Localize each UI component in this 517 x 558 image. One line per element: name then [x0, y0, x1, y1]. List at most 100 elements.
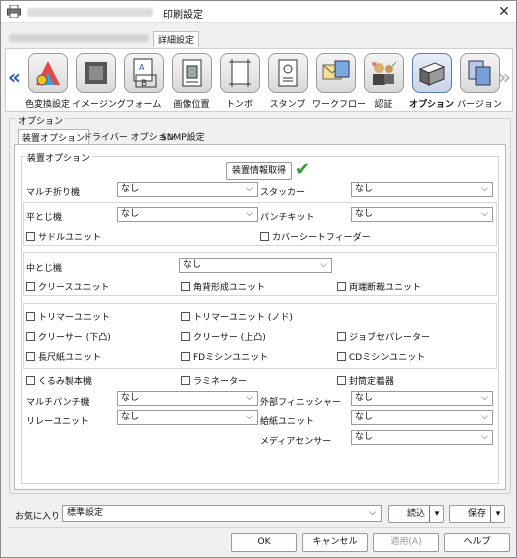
saddle-stitch-select[interactable]: なし ⌵	[179, 258, 332, 273]
perfect-binder-checkbox[interactable]: くるみ製本機	[26, 374, 92, 387]
ribbon-label: バージョン	[457, 100, 502, 110]
checkbox-box[interactable]	[181, 282, 190, 291]
job-separator-checkbox[interactable]: ジョブセパレーター	[337, 330, 430, 343]
multi-punch-value: なし	[121, 393, 140, 403]
multi-punch-select[interactable]: なし ⌵	[117, 391, 258, 406]
external-finisher-select[interactable]: なし ⌵	[351, 391, 493, 406]
ribbon-item-crop-marks[interactable]: トンボ	[216, 51, 263, 111]
tab-device-option[interactable]: 装置オプション	[18, 129, 90, 145]
cancel-button[interactable]: キャンセル	[302, 533, 368, 552]
close-button[interactable]: ✕	[495, 3, 513, 21]
creaser-down-label: クリーサー (下凸)	[38, 333, 111, 343]
laminator-checkbox[interactable]: ラミネーター	[181, 374, 247, 387]
sealer-checkbox[interactable]: 封筒定着器	[337, 374, 394, 387]
blurred-tab[interactable]	[9, 34, 149, 42]
checkbox-box[interactable]	[26, 376, 35, 385]
creaser-up-checkbox[interactable]: クリーサー (上凸)	[181, 330, 266, 343]
stacker-label: スタッカー	[260, 188, 306, 198]
checkbox-box[interactable]	[26, 332, 35, 341]
checkbox-box[interactable]	[181, 352, 190, 361]
multi-fold-value: なし	[121, 184, 140, 194]
relay-unit-select[interactable]: なし ⌵	[117, 410, 258, 425]
ribbon-label: 色変換設定	[24, 100, 70, 110]
chevron-down-icon: ⌵	[481, 412, 488, 422]
saddle-stitch-label: 中とじ機	[26, 264, 63, 274]
dual-trim-checkbox[interactable]: 両端断裁ユニット	[337, 280, 421, 293]
image-position-icon	[171, 53, 212, 93]
favorites-select[interactable]: 標準設定 ⌵	[62, 505, 382, 522]
square-fold-checkbox[interactable]: 角背形成ユニット	[181, 280, 265, 293]
ribbon-item-version[interactable]: バージョン	[456, 51, 503, 111]
fd-perf-checkbox[interactable]: FDミシンユニット	[181, 350, 268, 363]
media-sensor-select[interactable]: なし ⌵	[351, 430, 493, 445]
punch-kit-select[interactable]: なし ⌵	[351, 207, 493, 222]
load-dropdown-arrow-icon[interactable]: ▾	[429, 506, 444, 522]
option-icon	[411, 53, 452, 93]
perfect-binder-label: くるみ製本機	[38, 377, 92, 387]
chevron-down-icon: ⌵	[320, 260, 327, 270]
ribbon-item-workflow[interactable]: ワークフロー	[312, 51, 366, 111]
svg-text:✓: ✓	[391, 60, 398, 69]
save-split-button[interactable]: 保存 ▾	[449, 505, 505, 523]
ribbon-scroll-right-icon[interactable]: »	[498, 65, 511, 89]
get-device-info-button[interactable]: 装置情報取得	[226, 162, 292, 180]
help-button[interactable]: ヘルプ	[444, 533, 510, 552]
laminator-label: ラミネーター	[193, 377, 248, 387]
ribbon-label: トンボ	[225, 100, 253, 110]
ribbon-item-form[interactable]: AB フォーム	[120, 51, 167, 111]
flat-stitch-label: 平とじ機	[26, 213, 63, 223]
checkbox-box[interactable]	[337, 332, 346, 341]
checkbox-box[interactable]	[337, 282, 346, 291]
ribbon-item-option[interactable]: オプション	[408, 51, 455, 111]
creaser-down-checkbox[interactable]: クリーサー (下凸)	[26, 330, 111, 343]
ribbon-label: スタンプ	[269, 100, 306, 110]
ribbon-item-image-position[interactable]: 画像位置	[168, 51, 215, 111]
workflow-icon	[315, 53, 356, 93]
long-paper-checkbox[interactable]: 長尺紙ユニット	[26, 350, 101, 363]
tab-detail-settings[interactable]: 詳細設定	[153, 31, 200, 47]
checkbox-box[interactable]	[337, 352, 346, 361]
tab-snmp-settings[interactable]: SNMP設定	[158, 129, 208, 144]
checkbox-box[interactable]	[26, 352, 35, 361]
flat-stitch-select[interactable]: なし ⌵	[117, 207, 258, 222]
checkbox-box[interactable]	[181, 376, 190, 385]
ribbon-item-color-conversion[interactable]: 色変換設定	[24, 51, 71, 111]
checkbox-box[interactable]	[181, 332, 190, 341]
version-icon	[459, 53, 500, 93]
ribbon-item-imaging[interactable]: イメージング	[72, 51, 126, 111]
option-group-title: オプション	[16, 114, 66, 127]
chevron-down-icon: ⌵	[481, 432, 488, 442]
checkbox-box[interactable]	[260, 232, 269, 241]
crease-unit-checkbox[interactable]: クリースユニット	[26, 280, 110, 293]
paper-feed-unit-label: 給紙ユニット	[260, 417, 315, 427]
chevron-down-icon: ⌵	[246, 412, 253, 422]
checkbox-box[interactable]	[26, 312, 35, 321]
saddle-unit-checkbox[interactable]: サドルユニット	[26, 230, 101, 243]
trimmer-checkbox[interactable]: トリマーユニット	[26, 310, 110, 323]
chevron-down-icon: ⌵	[481, 393, 488, 403]
apply-button[interactable]: 適用(A)	[373, 533, 439, 552]
cover-sheet-feeder-checkbox[interactable]: カバーシートフィーダー	[260, 230, 371, 243]
ribbon-item-authentication[interactable]: ✕ ✓ 認証	[360, 51, 407, 111]
checkbox-box[interactable]	[26, 232, 35, 241]
ribbon-item-stamp[interactable]: スタンプ	[264, 51, 311, 111]
trimmer-nd-checkbox[interactable]: トリマーユニット (ノド)	[181, 310, 293, 323]
ok-button[interactable]: OK	[231, 533, 297, 552]
punch-kit-value: なし	[355, 209, 374, 219]
paper-feed-unit-select[interactable]: なし ⌵	[351, 410, 493, 425]
dual-trim-label: 両端断裁ユニット	[349, 283, 422, 293]
multi-fold-select[interactable]: なし ⌵	[117, 182, 258, 197]
favorites-label: お気に入り	[15, 512, 61, 522]
checkbox-box[interactable]	[26, 282, 35, 291]
cd-perf-checkbox[interactable]: CDミシンユニット	[337, 350, 425, 363]
flat-stitch-value: なし	[121, 209, 140, 219]
svg-text:A: A	[139, 63, 145, 72]
save-dropdown-arrow-icon[interactable]: ▾	[490, 506, 505, 522]
checkbox-box[interactable]	[337, 376, 346, 385]
load-button-label: 読込	[406, 509, 425, 519]
crease-unit-label: クリースユニット	[38, 283, 110, 293]
load-split-button[interactable]: 読込 ▾	[388, 505, 444, 523]
ribbon-scroll-left-icon[interactable]: «	[8, 65, 21, 89]
stacker-select[interactable]: なし ⌵	[351, 182, 493, 197]
checkbox-box[interactable]	[181, 312, 190, 321]
